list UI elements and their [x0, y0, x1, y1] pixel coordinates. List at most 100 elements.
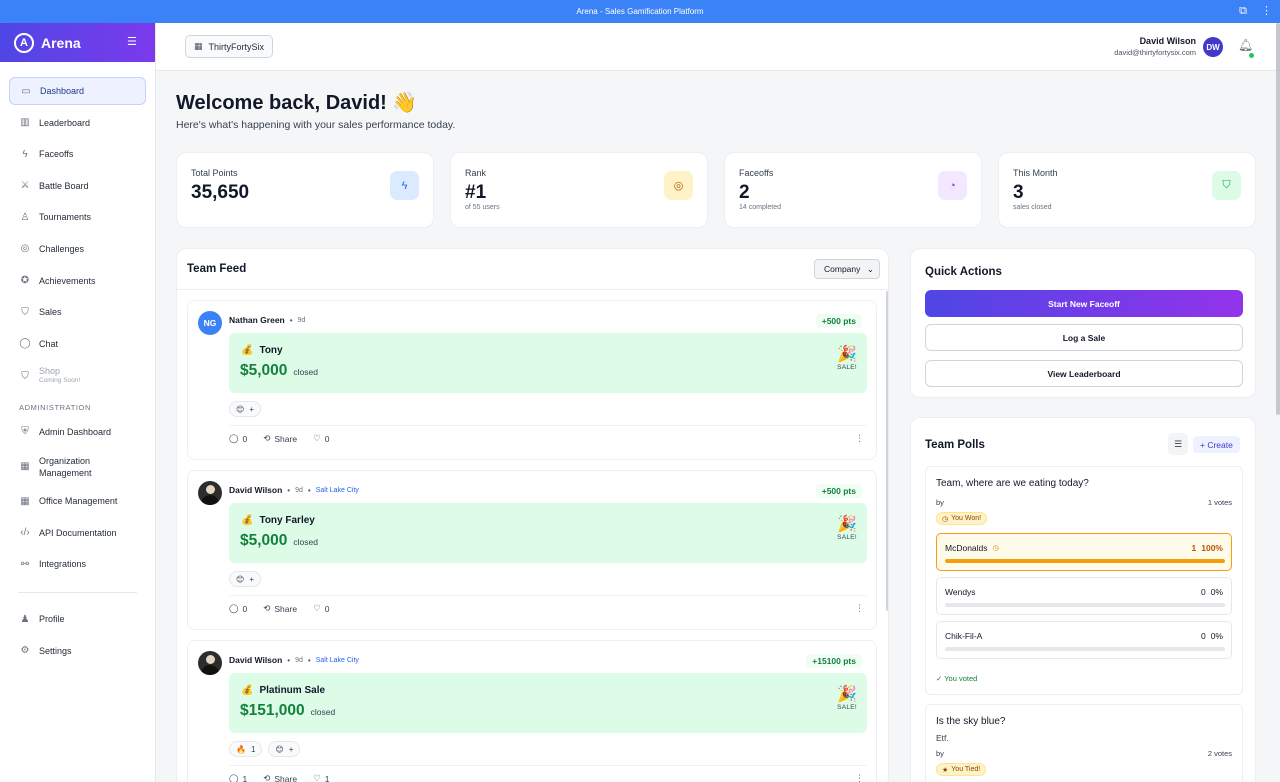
comment-button[interactable]: ◯ 1 [229, 773, 247, 782]
clock-icon: ◷ [942, 515, 949, 523]
sale-badge-label: SALE! [837, 534, 857, 541]
sidebar-item-label: Settings [39, 645, 72, 656]
code-icon: ‹/› [20, 527, 30, 539]
feed-filter-value: Company [824, 264, 861, 274]
post-author[interactable]: David Wilson [229, 655, 282, 665]
post-meta: Nathan Green • 9d [229, 315, 306, 325]
sidebar-item-sales[interactable]: ⛉ Sales [9, 298, 146, 326]
comment-button[interactable]: ◯ 0 [229, 603, 247, 614]
user-info[interactable]: David Wilson david@thirtyfortysix.com [1114, 36, 1196, 57]
like-button[interactable]: ♡ 0 [313, 433, 329, 444]
log-a-sale-button[interactable]: Log a Sale [925, 324, 1243, 351]
poll-votes: 2 votes [1207, 749, 1232, 758]
sale-client: Tony Farley [259, 515, 315, 526]
sidebar-item-settings[interactable]: ⚙ Settings [9, 637, 146, 665]
feed-scrollbar[interactable] [886, 291, 888, 611]
sidebar-item-office-management[interactable]: ▦ Office Management [9, 487, 146, 515]
share-button[interactable]: ⟲ Share [263, 773, 297, 782]
share-button[interactable]: ⟲ Share [263, 603, 297, 614]
poll-votes: 1 votes [1207, 498, 1232, 507]
create-poll-button[interactable]: + Create [1193, 436, 1240, 453]
sale-status: closed [293, 537, 318, 547]
poll-question: Team, where are we eating today? [936, 478, 1089, 489]
avatar[interactable] [198, 651, 222, 675]
poll-option-count: 0 [1200, 631, 1206, 641]
sidebar-item-organization-management[interactable]: ▦ Organization Management [9, 450, 146, 484]
poll-option-bar [945, 603, 1225, 607]
sidebar-item-label: Shop [39, 366, 61, 377]
like-button[interactable]: ♡ 1 [313, 773, 329, 782]
organization-selector[interactable]: ▦ ThirtyFortySix [185, 35, 274, 58]
sidebar-item-label: Leaderboard [39, 117, 91, 128]
smiley-icon: 😊 [275, 744, 284, 754]
sidebar-item-faceoffs[interactable]: ϟ Faceoffs [9, 140, 146, 168]
sidebar-item-leaderboard[interactable]: ▥ Leaderboard [9, 109, 146, 137]
post-meta: David Wilson • 9d • Salt Lake City [229, 485, 359, 495]
poll-option[interactable]: Wendys 0 0% [936, 577, 1232, 615]
fire-reaction-button[interactable]: 🔥 1 [229, 741, 263, 757]
sale-badge-label: SALE! [837, 364, 857, 371]
list-icon[interactable]: ☰ [1168, 433, 1188, 455]
extension-icon[interactable]: ⧉ [1239, 4, 1247, 18]
sidebar-item-profile[interactable]: ♟ Profile [9, 605, 146, 633]
add-reaction-button[interactable]: 😊 + [268, 741, 301, 757]
post-location[interactable]: Salt Lake City [316, 657, 359, 664]
poll-question: Is the sky blue? [936, 716, 1006, 727]
comment-button[interactable]: ◯ 0 [229, 433, 247, 444]
sidebar-item-shop: ⛉ Shop Coming Soon! [9, 361, 146, 391]
sidebar-item-label: Challenges [39, 243, 85, 254]
more-vertical-icon[interactable]: ⋮ [1261, 4, 1272, 18]
post-author[interactable]: Nathan Green [229, 315, 285, 325]
avatar[interactable]: NG [198, 311, 222, 335]
avatar[interactable] [198, 481, 222, 505]
share-button[interactable]: ⟲ Share [263, 433, 297, 444]
more-vertical-icon[interactable]: ⋮ [855, 773, 864, 782]
poll-card: Is the sky blue? Etf. by 2 votes ★ You T… [925, 704, 1243, 782]
sale-status: closed [310, 707, 336, 717]
poll-option[interactable]: McDonalds ◷ 1 100% [936, 533, 1232, 571]
poll-card: Team, where are we eating today? by 1 vo… [925, 466, 1243, 695]
sidebar-item-challenges[interactable]: ◎ Challenges [9, 235, 146, 263]
add-reaction-button[interactable]: 😊 + [229, 571, 262, 587]
start-new-faceoff-button[interactable]: Start New Faceoff [925, 290, 1243, 317]
bell-icon[interactable]: 🔔︎ [1238, 38, 1253, 52]
post-time: 9d [295, 656, 303, 664]
sidebar-item-label: Management [39, 467, 92, 478]
sidebar-item-api-documentation[interactable]: ‹/› API Documentation [9, 519, 146, 547]
lightning-icon: ϟ [22, 148, 28, 160]
party-popper-icon: 🎉 [837, 686, 857, 703]
share-icon: ⟲ [263, 433, 271, 443]
page-scrollbar[interactable] [1276, 23, 1280, 415]
stat-value: #1 [465, 182, 487, 203]
post-location[interactable]: Salt Lake City [316, 487, 359, 494]
sidebar-item-dashboard[interactable]: ▭ Dashboard [9, 77, 146, 105]
building-icon: ▦ [20, 461, 30, 473]
add-reaction-button[interactable]: 😊 + [229, 401, 262, 417]
smiley-icon: 😊 [236, 574, 245, 584]
sidebar-item-integrations[interactable]: ⚯ Integrations [9, 550, 146, 578]
sidebar-item-chat[interactable]: ◯ Chat [9, 330, 146, 358]
trophy-icon: ♙ [20, 211, 30, 223]
like-button[interactable]: ♡ 0 [313, 603, 329, 614]
like-count: 0 [324, 603, 330, 614]
sidebar-item-label: API Documentation [39, 527, 117, 538]
post-time: 9d [297, 316, 306, 324]
sidebar-item-tournaments[interactable]: ♙ Tournaments [9, 203, 146, 231]
comment-icon: ◯ [229, 773, 239, 782]
poll-option[interactable]: Chik-Fil-A 0 0% [936, 621, 1232, 659]
team-polls-title: Team Polls [925, 439, 985, 451]
more-vertical-icon[interactable]: ⋮ [855, 433, 864, 444]
poll-option-label: Chik-Fil-A [945, 631, 983, 641]
feed-filter-select[interactable]: Company ⌄ [814, 259, 880, 279]
stat-sub: sales closed [1013, 204, 1052, 211]
avatar[interactable]: DW [1203, 37, 1223, 57]
sidebar-item-achievements[interactable]: ✪ Achievements [9, 267, 146, 295]
hamburger-menu-icon[interactable]: ☰ [127, 35, 137, 48]
post-author[interactable]: David Wilson [229, 485, 282, 495]
more-vertical-icon[interactable]: ⋮ [855, 603, 864, 614]
sidebar-item-admin-dashboard[interactable]: ⛨ Admin Dashboard [9, 418, 146, 446]
team-feed-title: Team Feed [187, 263, 247, 275]
view-leaderboard-button[interactable]: View Leaderboard [925, 360, 1243, 387]
sidebar-item-battle-board[interactable]: ⚔ Battle Board [9, 172, 146, 200]
sidebar-divider [18, 592, 137, 594]
